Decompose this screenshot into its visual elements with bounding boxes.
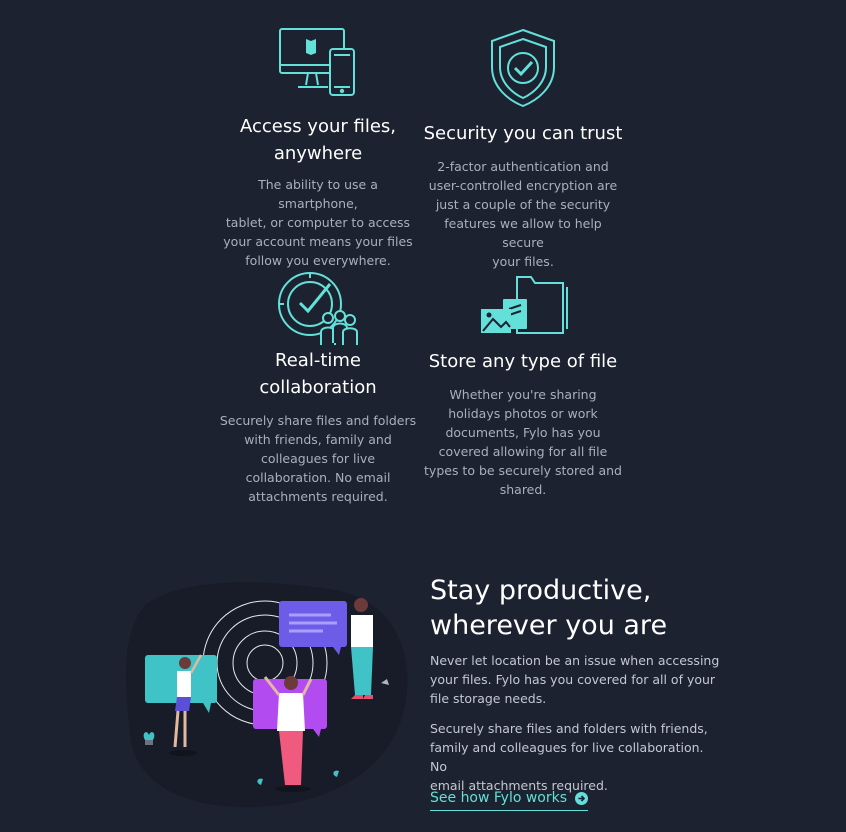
feature-description: The ability to use a smartphone, tablet,… — [223, 177, 413, 268]
devices-icon — [279, 28, 355, 96]
feature-description: Securely share files and folders with fr… — [219, 413, 417, 504]
arrow-circle-right-icon — [575, 791, 589, 805]
section-paragraph-1: Never let location be an issue when acce… — [430, 653, 720, 706]
productivity-illustration — [125, 582, 408, 808]
feature-collaboration: Real-time collaboration Securely share f… — [218, 260, 418, 510]
feature-title: Access your files, anywhere — [239, 116, 397, 164]
section-paragraph-2: Securely share files and folders with fr… — [430, 721, 708, 793]
folder-files-icon — [481, 276, 568, 334]
feature-description: Whether you're sharing holidays photos o… — [424, 387, 622, 497]
feature-access-anywhere: Access your files, anywhere The ability … — [218, 0, 418, 268]
collaboration-icon — [278, 272, 358, 345]
section-title: Stay productive, wherever you are — [430, 575, 668, 641]
feature-store-files: Store any type of file Whether you're sh… — [423, 260, 623, 510]
features-page: Access your files, anywhere The ability … — [0, 0, 846, 832]
feature-security: Security you can trust 2-factor authenti… — [423, 0, 623, 269]
see-how-fylo-works-link[interactable]: See how Fylo works — [430, 788, 589, 811]
feature-title: Real-time collaboration — [259, 350, 377, 398]
link-label: See how Fylo works — [430, 790, 568, 806]
shield-check-icon — [491, 28, 555, 108]
feature-title: Security you can trust — [423, 123, 623, 144]
feature-title: Store any type of file — [428, 351, 618, 372]
feature-description: 2-factor authentication and user-control… — [428, 159, 618, 269]
